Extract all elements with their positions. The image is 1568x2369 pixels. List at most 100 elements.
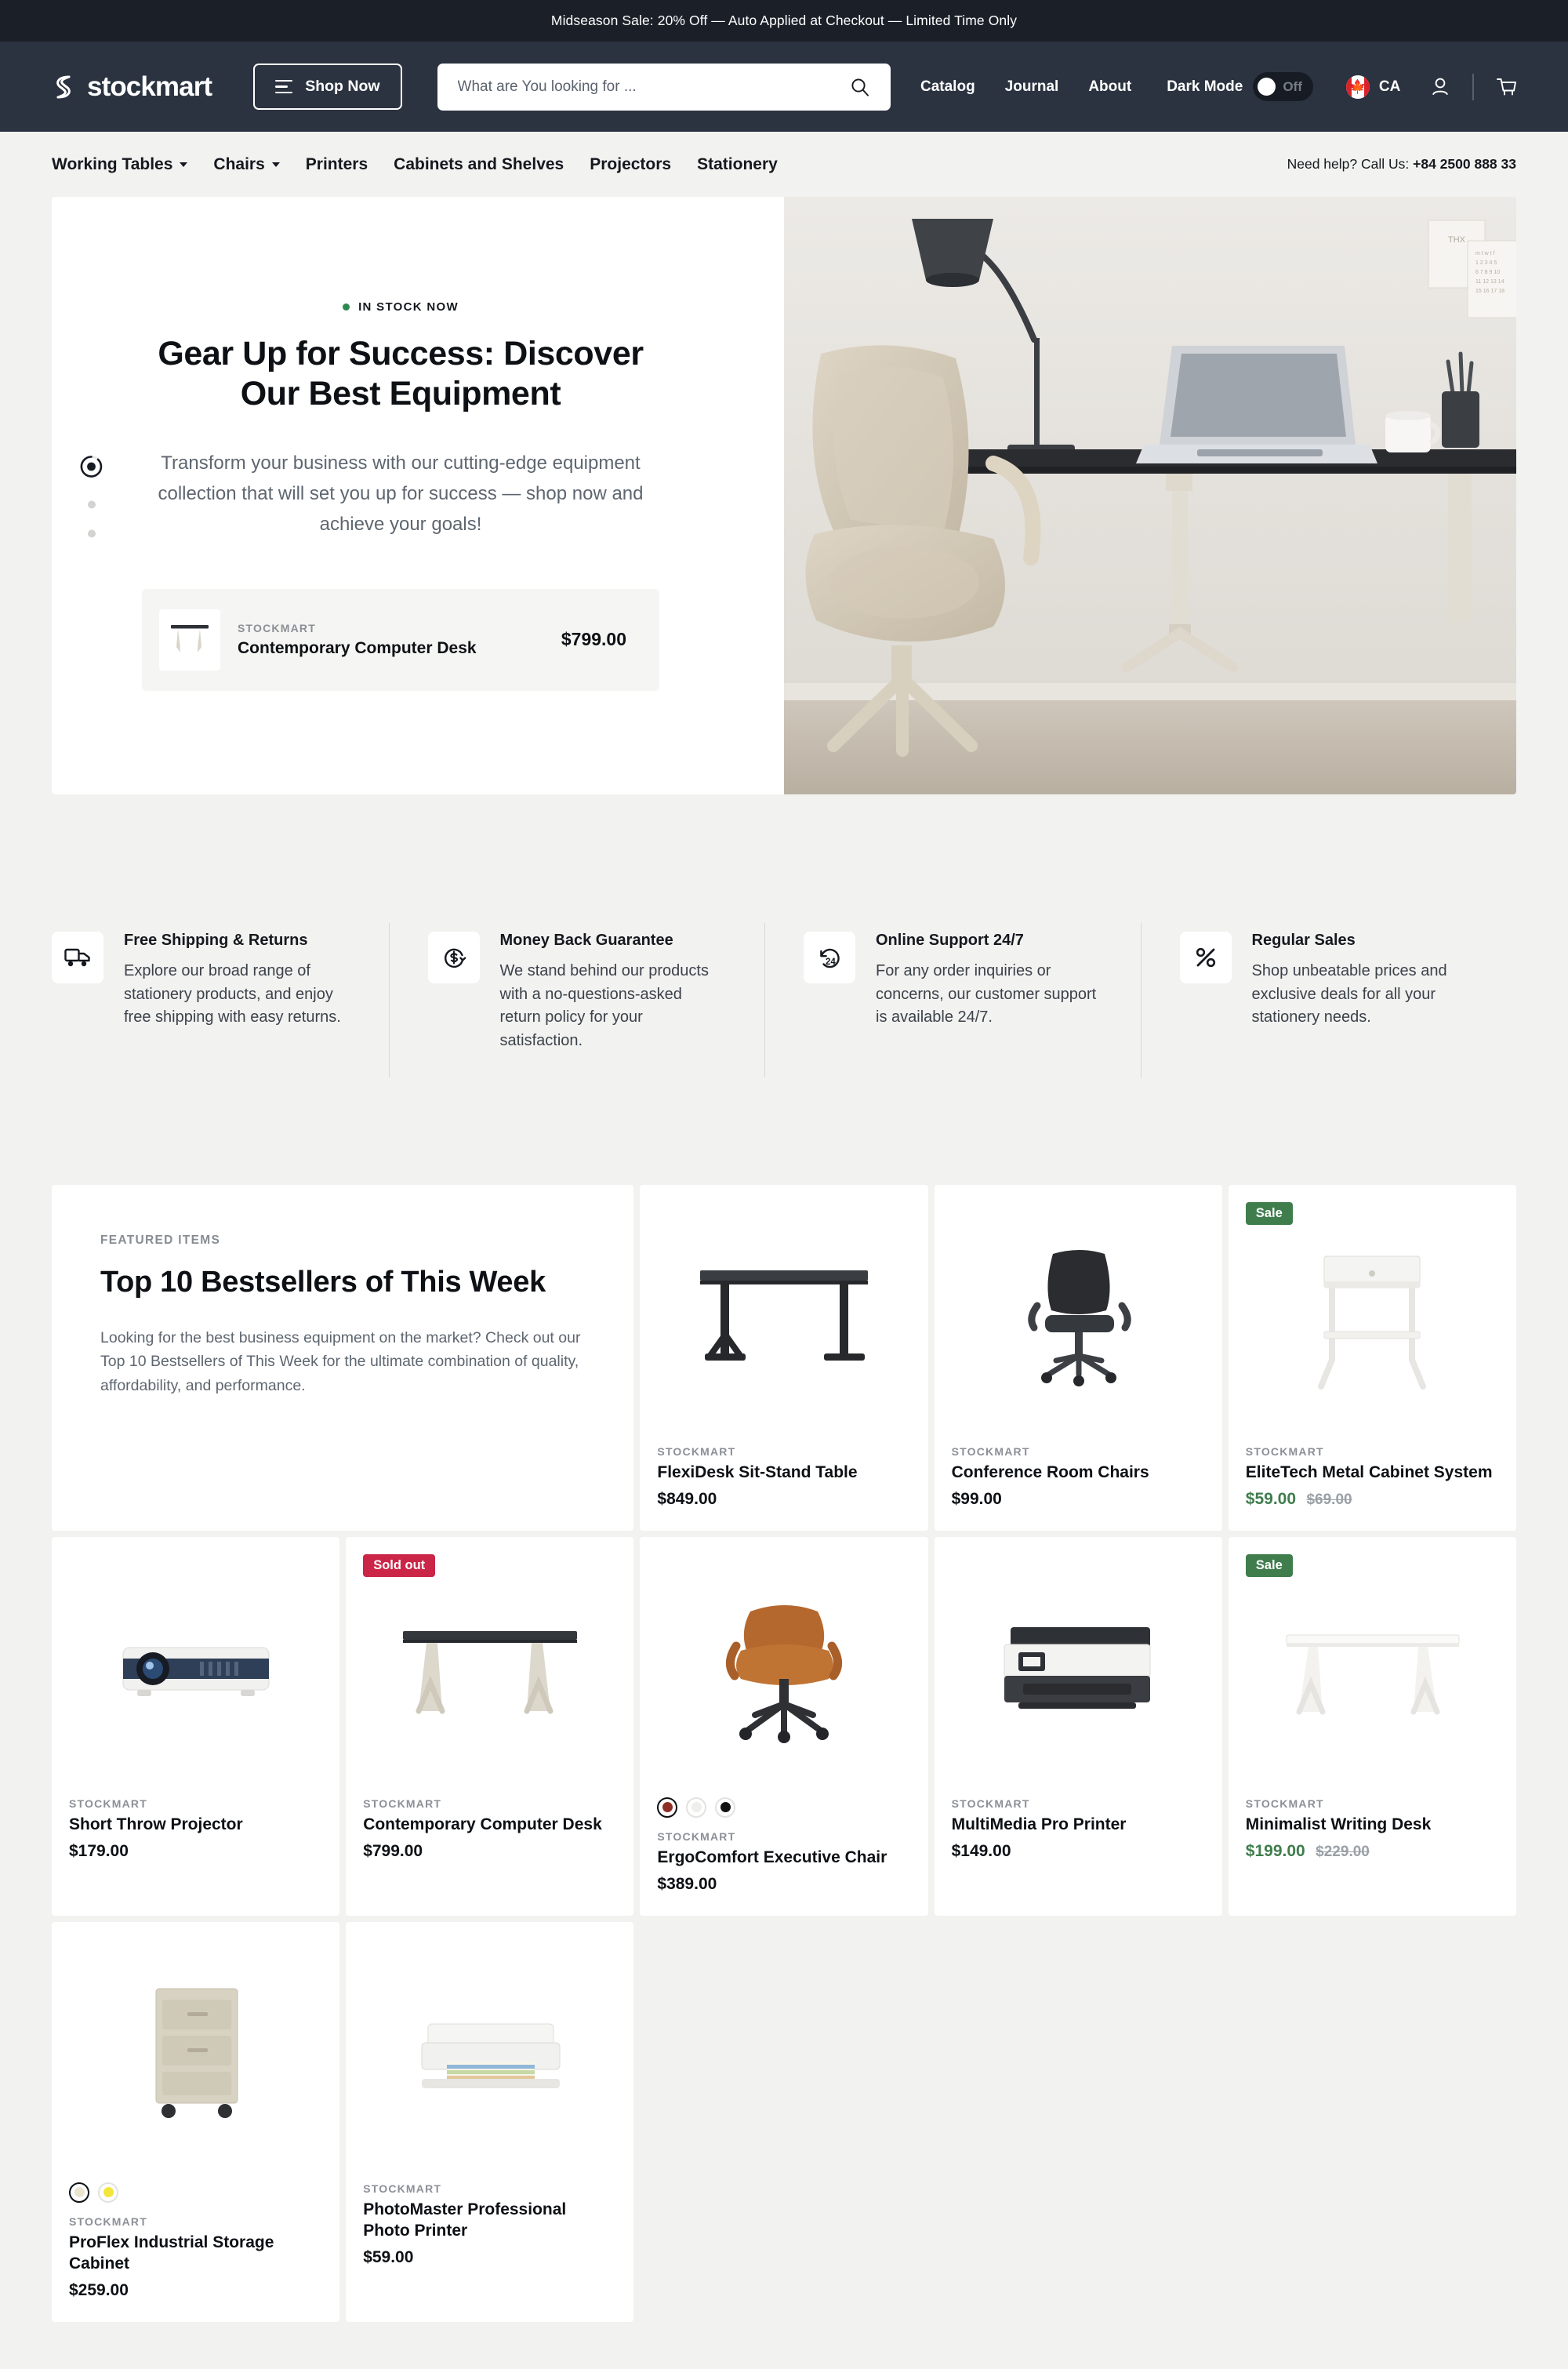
swatch-cream-selected[interactable] bbox=[69, 2182, 89, 2203]
product-vendor: STOCKMART bbox=[657, 1829, 736, 1843]
product-price: $59.00 bbox=[1245, 1489, 1297, 1508]
catnav-label: Stationery bbox=[697, 154, 778, 173]
product-info: STOCKMART Conference Room Chairs $99.00 bbox=[935, 1445, 1222, 1531]
feature-text: Online Support 24/7 For any order inquir… bbox=[876, 932, 1102, 1069]
product-price: $849.00 bbox=[657, 1489, 717, 1508]
badge-sale: Sale bbox=[1245, 1553, 1293, 1577]
cart-icon[interactable] bbox=[1496, 75, 1518, 99]
bestsellers-section: FEATURED ITEMS Top 10 Bestsellers of Thi… bbox=[0, 1069, 1568, 2369]
catnav-item-working-tables[interactable]: Working Tables bbox=[52, 155, 188, 174]
hero-product-price: $799.00 bbox=[561, 629, 626, 650]
product-info: STOCKMART FlexiDesk Sit-Stand Table $849… bbox=[640, 1445, 927, 1531]
percent-icon bbox=[1179, 932, 1232, 983]
product-info: STOCKMART Minimalist Writing Desk $199.0… bbox=[1229, 1797, 1516, 1883]
search-bar[interactable] bbox=[437, 63, 891, 111]
catnav-label: Cabinets and Shelves bbox=[394, 154, 564, 173]
header-divider bbox=[1472, 73, 1474, 100]
product-card-flexidesk-sit-stand-table[interactable]: STOCKMART FlexiDesk Sit-Stand Table $849… bbox=[640, 1185, 928, 1531]
dark-mode-toggle[interactable]: Off bbox=[1253, 72, 1313, 101]
product-card-conference-room-chairs[interactable]: STOCKMART Conference Room Chairs $99.00 bbox=[934, 1185, 1222, 1531]
money-back-icon bbox=[427, 932, 480, 983]
catnav-item-chairs[interactable]: Chairs bbox=[213, 155, 280, 174]
product-compare-price: $229.00 bbox=[1316, 1843, 1370, 1860]
product-price-row: $59.00 bbox=[363, 2248, 616, 2267]
nav-link-journal[interactable]: Journal bbox=[1005, 78, 1059, 96]
header-nav: Catalog Journal About bbox=[920, 78, 1131, 96]
hero-section: IN STOCK NOW Gear Up for Success: Discov… bbox=[0, 197, 1568, 794]
product-info: STOCKMART EliteTech Metal Cabinet System… bbox=[1229, 1445, 1516, 1531]
country-selector[interactable]: 🍁 CA bbox=[1345, 74, 1400, 99]
product-vendor: STOCKMART bbox=[69, 1797, 147, 1810]
feature-text: Free Shipping & Returns Explore our broa… bbox=[124, 932, 350, 1069]
stock-label: IN STOCK NOW bbox=[358, 300, 459, 314]
hero-product-card[interactable]: STOCKMART Contemporary Computer Desk $79… bbox=[142, 588, 659, 691]
site-header: stockmart Shop Now Catalog Journal About… bbox=[0, 42, 1568, 132]
dark-mode-label: Dark Mode bbox=[1167, 78, 1243, 95]
product-card-ergocomfort-executive-chair[interactable]: STOCKMART ErgoComfort Executive Chair $3… bbox=[640, 1536, 928, 1916]
feature-desc: Explore our broad range of stationery pr… bbox=[124, 962, 341, 1026]
dark-mode-control: Dark Mode Off bbox=[1167, 72, 1313, 101]
hero-carousel-dots bbox=[78, 454, 104, 538]
product-image-white-side-cabinet: Sale bbox=[1229, 1185, 1516, 1445]
logo[interactable]: stockmart bbox=[50, 71, 212, 103]
truck-icon bbox=[52, 932, 103, 983]
product-card-elitetech-metal-cabinet-system[interactable]: Sale STOCKMART EliteTech Metal Cabinet S… bbox=[1228, 1185, 1516, 1531]
product-image-tan-leather-executive-chair bbox=[640, 1537, 927, 1797]
svg-text:6 7 8 9 10: 6 7 8 9 10 bbox=[1475, 270, 1500, 275]
badge-sold-out: Sold out bbox=[363, 1553, 436, 1577]
canada-flag-icon: 🍁 bbox=[1345, 74, 1370, 99]
catnav-item-printers[interactable]: Printers bbox=[306, 155, 368, 174]
product-vendor: STOCKMART bbox=[363, 2182, 442, 2195]
support-phone-prefix: Need help? Call Us: bbox=[1287, 156, 1410, 172]
product-price: $389.00 bbox=[657, 1874, 717, 1893]
support-phone: Need help? Call Us: +84 2500 888 33 bbox=[1287, 156, 1516, 173]
product-price-row: $149.00 bbox=[952, 1842, 1205, 1861]
bestsellers-desc: Looking for the best business equipment … bbox=[100, 1328, 581, 1395]
hero-title: Gear Up for Success: Discover Our Best E… bbox=[158, 335, 644, 412]
catnav-item-cabinets-and-shelves[interactable]: Cabinets and Shelves bbox=[394, 155, 564, 174]
toggle-state: Off bbox=[1283, 78, 1302, 94]
feature-desc: We stand behind our products with a no-q… bbox=[499, 962, 709, 1049]
category-nav-items: Working Tables Chairs Printers Cabinets … bbox=[52, 155, 778, 174]
feature-money-back: Money Back Guarantee We stand behind our… bbox=[388, 923, 765, 1077]
nav-link-catalog[interactable]: Catalog bbox=[920, 78, 975, 96]
product-card-contemporary-computer-desk[interactable]: Sold out STOCKMART Contemporary Computer… bbox=[346, 1536, 634, 1916]
nav-link-about[interactable]: About bbox=[1088, 78, 1131, 96]
product-image-white-writing-desk: Sale bbox=[1229, 1537, 1516, 1797]
swatch-black[interactable] bbox=[715, 1797, 736, 1818]
product-price: $259.00 bbox=[69, 2280, 129, 2299]
product-image-black-mesh-office-chair bbox=[935, 1185, 1222, 1445]
product-price-row: $179.00 bbox=[69, 1842, 322, 1861]
product-card-minimalist-writing-desk[interactable]: Sale STOCKMART Minimalist Writing Desk $… bbox=[1228, 1536, 1516, 1916]
product-card-short-throw-projector[interactable]: STOCKMART Short Throw Projector $179.00 bbox=[52, 1536, 340, 1916]
carousel-dot-1-active[interactable] bbox=[78, 454, 104, 480]
product-card-photomaster-professional-photo-printer[interactable]: STOCKMART PhotoMaster Professional Photo… bbox=[346, 1921, 634, 2322]
hero-content: IN STOCK NOW Gear Up for Success: Discov… bbox=[142, 300, 659, 691]
product-name: PhotoMaster Professional Photo Printer bbox=[363, 2200, 567, 2240]
account-icon[interactable] bbox=[1430, 75, 1450, 99]
product-price-row: $59.00 $69.00 bbox=[1246, 1490, 1499, 1509]
product-grid: FEATURED ITEMS Top 10 Bestsellers of Thi… bbox=[52, 1185, 1516, 2322]
product-image-beige-rolling-storage-cabinet bbox=[52, 1922, 339, 2182]
swatch-yellow[interactable] bbox=[98, 2182, 118, 2203]
carousel-dot-3[interactable] bbox=[87, 529, 96, 538]
shop-now-button[interactable]: Shop Now bbox=[253, 64, 402, 110]
search-icon[interactable] bbox=[850, 77, 870, 97]
feature-free-shipping: Free Shipping & Returns Explore our broa… bbox=[52, 932, 389, 1069]
catnav-item-stationery[interactable]: Stationery bbox=[697, 155, 778, 174]
carousel-dot-2[interactable] bbox=[87, 500, 96, 509]
catnav-item-projectors[interactable]: Projectors bbox=[590, 155, 671, 174]
product-name: FlexiDesk Sit-Stand Table bbox=[657, 1463, 858, 1481]
bestsellers-intro: FEATURED ITEMS Top 10 Bestsellers of Thi… bbox=[52, 1185, 634, 1531]
search-input[interactable] bbox=[457, 78, 850, 96]
product-price-row: $99.00 bbox=[952, 1490, 1205, 1509]
swatch-red-selected[interactable] bbox=[657, 1797, 678, 1818]
product-card-proflex-industrial-storage-cabinet[interactable]: STOCKMART ProFlex Industrial Storage Cab… bbox=[52, 1921, 340, 2322]
shop-now-label: Shop Now bbox=[305, 78, 380, 95]
support-phone-number[interactable]: +84 2500 888 33 bbox=[1413, 156, 1516, 172]
product-name: EliteTech Metal Cabinet System bbox=[1245, 1463, 1493, 1481]
features-section: Free Shipping & Returns Explore our broa… bbox=[0, 841, 1568, 1077]
hero-left-panel: IN STOCK NOW Gear Up for Success: Discov… bbox=[52, 197, 784, 794]
product-card-multimedia-pro-printer[interactable]: STOCKMART MultiMedia Pro Printer $149.00 bbox=[934, 1536, 1222, 1916]
swatch-white[interactable] bbox=[686, 1797, 707, 1818]
